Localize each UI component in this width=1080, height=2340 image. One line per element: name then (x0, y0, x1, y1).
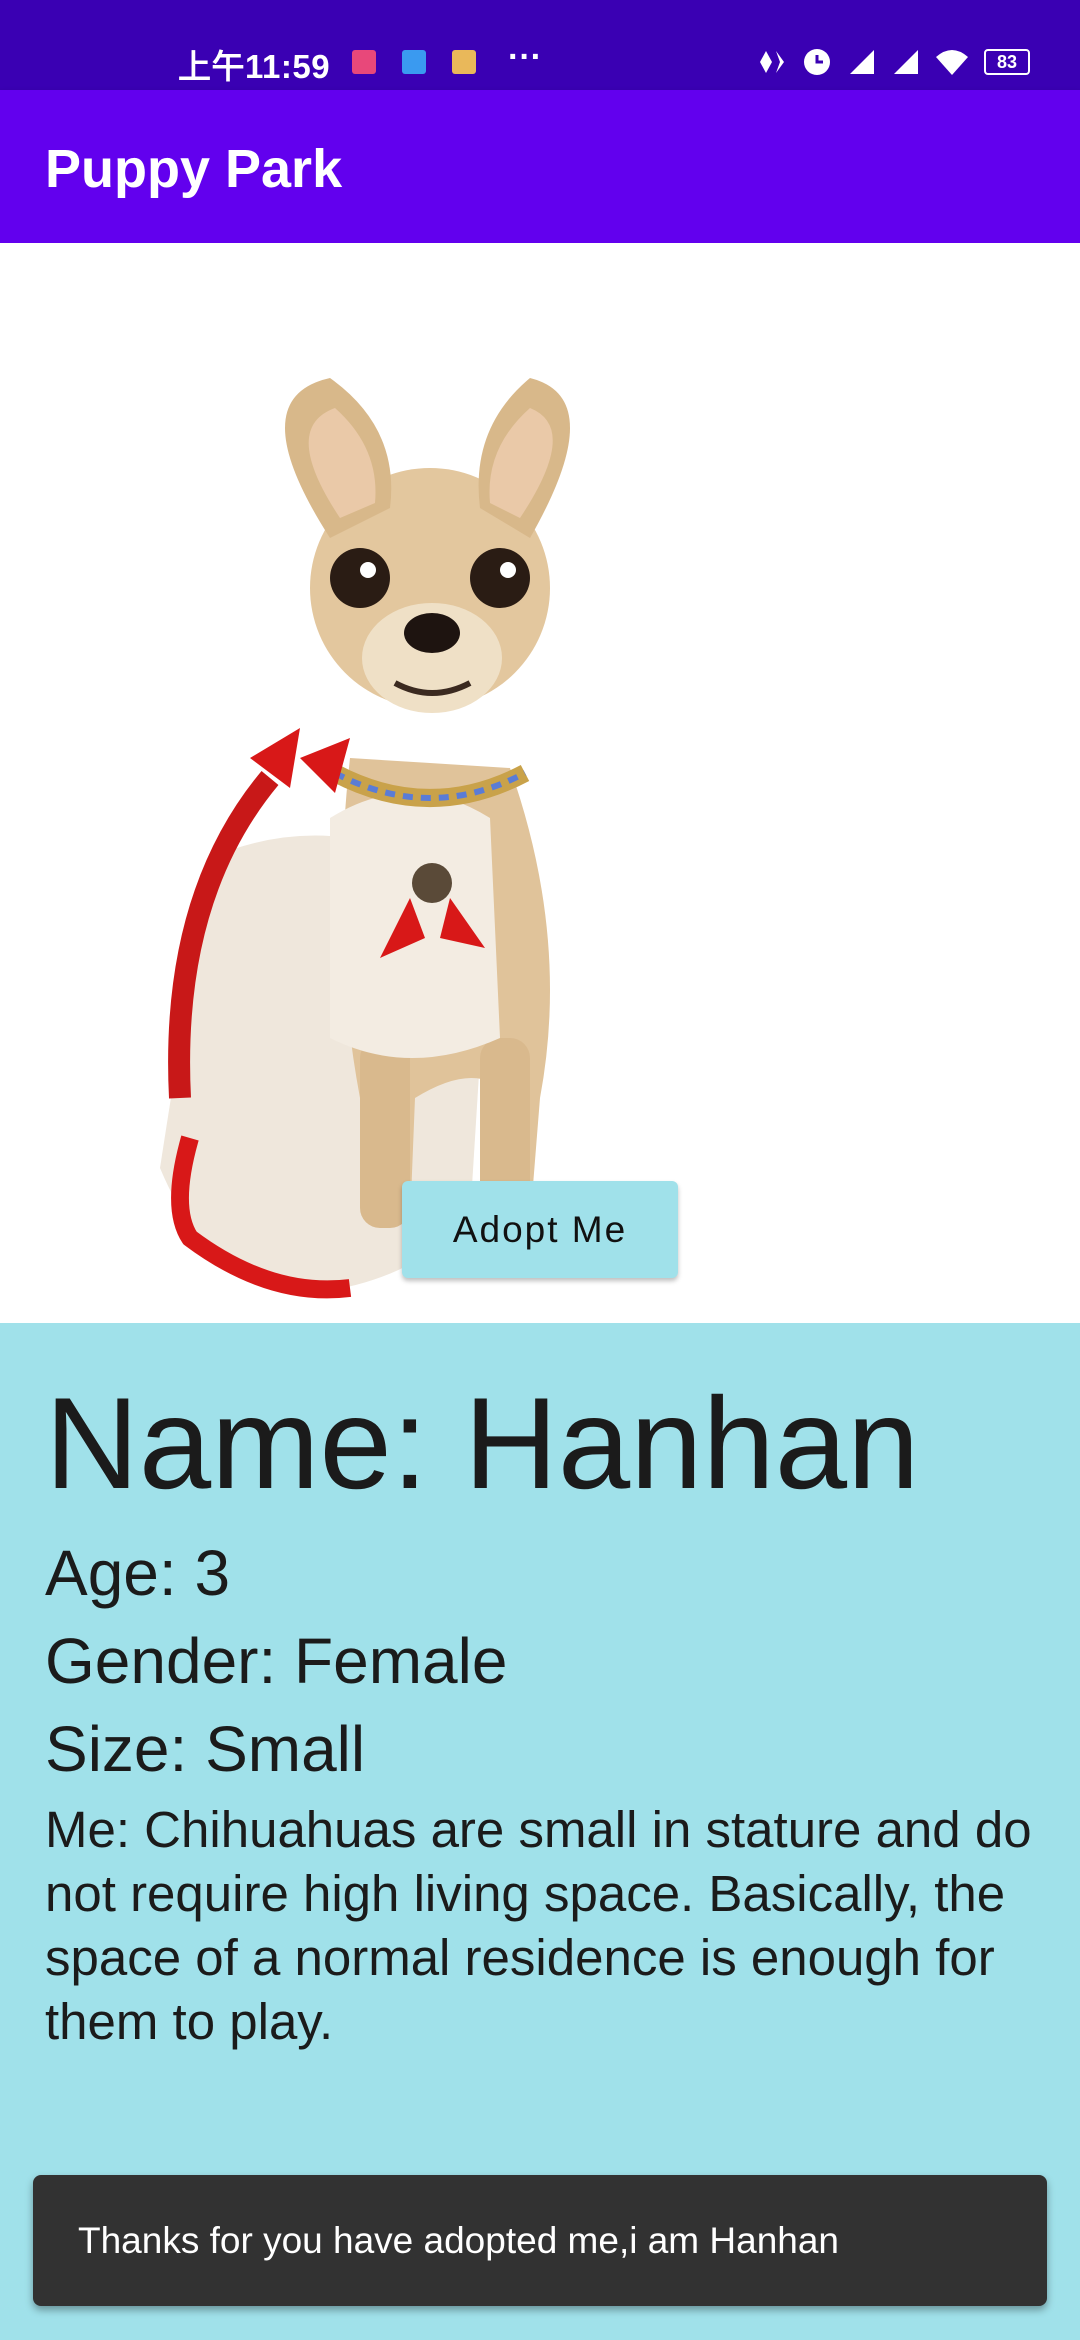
app-title: Puppy Park (45, 139, 343, 199)
adopt-me-button[interactable]: Adopt Me (402, 1181, 678, 1278)
wifi-icon (936, 50, 968, 75)
alarm-icon (804, 49, 830, 75)
app-icon-pink (352, 50, 376, 74)
pet-size: Size: Small (45, 1713, 366, 1785)
snackbar: Thanks for you have adopted me,i am Hanh… (33, 2175, 1047, 2306)
chihuahua-photo (160, 378, 570, 1299)
pet-age: Age: 3 (45, 1537, 231, 1609)
nfc-icon (760, 51, 784, 73)
hero-image-area (0, 243, 1080, 1323)
status-bar: 上午11:59 ··· 83 (0, 0, 1080, 90)
system-icons: 83 (758, 48, 1030, 76)
app-icon-blue (402, 50, 426, 74)
pet-gender: Gender: Female (45, 1625, 508, 1697)
pet-description: Me: Chihuahuas are small in stature and … (45, 1801, 1032, 2050)
signal-icon (850, 50, 874, 74)
more-notifications-icon: ··· (508, 38, 542, 76)
snackbar-message: Thanks for you have adopted me,i am Hanh… (78, 2220, 840, 2261)
pet-name: Name: Hanhan (45, 1370, 920, 1516)
battery-icon: 83 (984, 49, 1030, 75)
status-time: 上午11:59 (178, 48, 331, 85)
app-icon-yellow (452, 50, 476, 74)
signal-icon (894, 50, 918, 74)
app-bar: Puppy Park (0, 90, 1080, 243)
